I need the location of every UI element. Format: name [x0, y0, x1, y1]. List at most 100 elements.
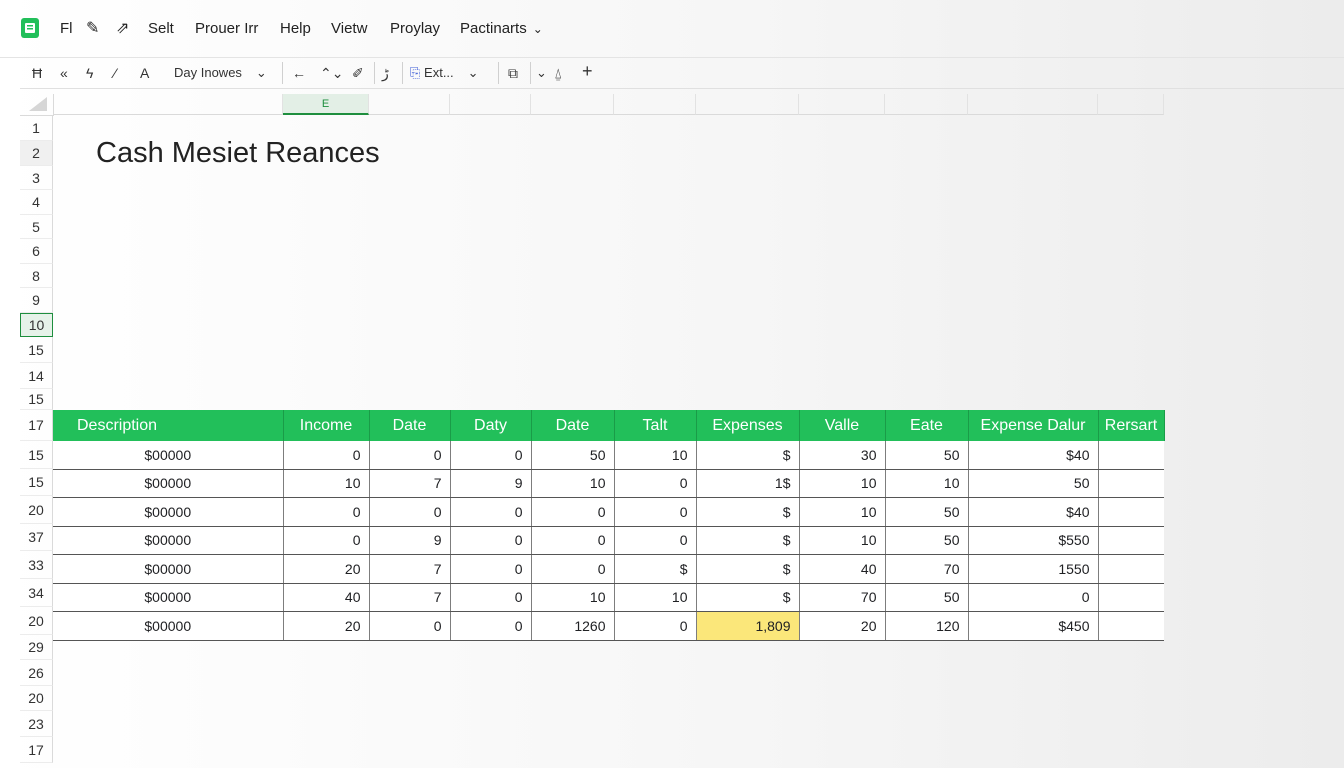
sheet-title[interactable]: Cash Mesiet Reances — [96, 137, 380, 170]
table-cell[interactable] — [1098, 583, 1164, 612]
table-cell[interactable]: $450 — [968, 611, 1099, 641]
sheets-logo-icon[interactable] — [20, 17, 40, 39]
table-cell[interactable]: 20 — [283, 611, 370, 641]
table-cell[interactable]: $ — [696, 554, 800, 584]
row-header[interactable]: 20 — [20, 607, 53, 635]
copy-icon[interactable]: ⧉ — [508, 64, 518, 82]
add-icon[interactable]: + — [582, 62, 593, 80]
table-cell[interactable]: 0 — [614, 526, 697, 555]
table-cell[interactable]: 50 — [968, 469, 1099, 498]
table-cell[interactable]: 1550 — [968, 554, 1099, 584]
header-description[interactable]: Description — [53, 410, 284, 441]
row-header[interactable]: 33 — [20, 551, 53, 579]
arrow-left-icon[interactable]: ← — [292, 64, 306, 82]
row-header[interactable]: 4 — [20, 190, 53, 215]
highlighted-cell[interactable]: 1,809 — [696, 611, 800, 641]
table-cell[interactable]: 0 — [283, 497, 370, 527]
row-header[interactable]: 15 — [20, 389, 53, 410]
row-header[interactable]: 15 — [20, 337, 53, 363]
row-header[interactable]: 23 — [20, 711, 53, 737]
select-all-corner[interactable] — [20, 94, 54, 116]
table-cell[interactable]: 7 — [369, 469, 451, 498]
table-cell[interactable]: 10 — [614, 441, 697, 470]
table-cell[interactable]: 50 — [885, 583, 969, 612]
table-cell[interactable]: 0 — [614, 497, 697, 527]
table-cell[interactable]: 0 — [450, 583, 532, 612]
brush-icon[interactable]: ⁄ — [114, 64, 116, 82]
table-cell[interactable]: 1$ — [696, 469, 800, 498]
table-cell[interactable]: $40 — [968, 441, 1099, 470]
table-cell[interactable]: 1260 — [531, 611, 615, 641]
table-cell[interactable]: 0 — [450, 497, 532, 527]
table-cell[interactable]: 10 — [531, 469, 615, 498]
menu-pactinarts[interactable]: Pactinarts ⌄ — [460, 20, 543, 38]
table-cell[interactable]: 50 — [885, 497, 969, 527]
header-rersart[interactable]: Rersart — [1098, 410, 1165, 441]
format-icon[interactable]: ϟ — [86, 64, 93, 82]
header-talt[interactable]: Talt — [614, 410, 697, 441]
table-cell[interactable]: $ — [696, 497, 800, 527]
table-cell[interactable]: $00000 — [53, 441, 284, 470]
row-header[interactable]: 2 — [20, 141, 53, 166]
table-cell[interactable]: 10 — [283, 469, 370, 498]
edit-icon[interactable]: ✎ — [86, 20, 99, 38]
table-cell[interactable] — [1098, 441, 1164, 470]
table-cell[interactable]: 10 — [614, 583, 697, 612]
table-cell[interactable]: 0 — [968, 583, 1099, 612]
open-external-icon[interactable]: ⇗ — [116, 20, 129, 38]
table-cell[interactable]: 10 — [799, 497, 886, 527]
row-header[interactable]: 17 — [20, 410, 53, 441]
header-valle[interactable]: Valle — [799, 410, 886, 441]
column-header[interactable] — [614, 94, 696, 115]
table-cell[interactable]: 10 — [799, 469, 886, 498]
table-cell[interactable]: 50 — [531, 441, 615, 470]
table-cell[interactable]: 0 — [369, 611, 451, 641]
sparkle-icon[interactable]: ڑ — [382, 64, 389, 82]
table-cell[interactable]: 9 — [369, 526, 451, 555]
chevron-down-icon[interactable]: ⌄ — [536, 64, 547, 82]
header-daty[interactable]: Daty — [450, 410, 532, 441]
menu-file[interactable]: Fl — [60, 20, 73, 38]
table-cell[interactable]: 0 — [614, 469, 697, 498]
table-cell[interactable]: 10 — [531, 583, 615, 612]
table-cell[interactable]: 0 — [283, 526, 370, 555]
row-header-active[interactable]: 10 — [20, 313, 53, 337]
table-cell[interactable] — [1098, 469, 1164, 498]
table-cell[interactable]: $00000 — [53, 554, 284, 584]
chart-up-icon[interactable]: ⌃⌄ — [320, 64, 343, 82]
table-cell[interactable]: 70 — [885, 554, 969, 584]
undo-icon[interactable]: « — [60, 64, 68, 82]
table-cell[interactable]: $550 — [968, 526, 1099, 555]
table-cell[interactable]: 20 — [283, 554, 370, 584]
text-style-icon[interactable]: Ħ — [32, 64, 42, 82]
table-cell[interactable]: 30 — [799, 441, 886, 470]
column-header[interactable] — [1098, 94, 1164, 115]
table-cell[interactable]: $00000 — [53, 611, 284, 641]
table-cell[interactable]: 0 — [369, 441, 451, 470]
table-cell[interactable]: 10 — [885, 469, 969, 498]
font-icon[interactable]: A — [140, 64, 149, 82]
row-header[interactable]: 9 — [20, 288, 53, 313]
table-cell[interactable]: 0 — [450, 441, 532, 470]
row-header[interactable]: 26 — [20, 660, 53, 686]
table-cell[interactable]: $ — [696, 441, 800, 470]
table-cell[interactable]: 0 — [614, 611, 697, 641]
column-header[interactable] — [968, 94, 1098, 115]
menu-selt[interactable]: Selt — [148, 20, 174, 38]
table-cell[interactable] — [1098, 554, 1164, 584]
column-header[interactable] — [53, 94, 283, 115]
row-header[interactable]: 14 — [20, 363, 53, 389]
menu-view[interactable]: Vietw — [331, 20, 367, 38]
pen-icon[interactable]: ✐ — [352, 64, 364, 82]
table-cell[interactable]: $ — [614, 554, 697, 584]
header-date[interactable]: Date — [369, 410, 451, 441]
table-cell[interactable]: 50 — [885, 526, 969, 555]
row-header[interactable]: 20 — [20, 686, 53, 711]
table-cell[interactable]: $00000 — [53, 526, 284, 555]
row-header[interactable]: 6 — [20, 239, 53, 264]
fill-icon[interactable]: ⍙ — [554, 64, 562, 82]
table-cell[interactable]: 0 — [450, 526, 532, 555]
row-header[interactable]: 37 — [20, 524, 53, 551]
table-cell[interactable]: 40 — [283, 583, 370, 612]
menu-help[interactable]: Help — [280, 20, 311, 38]
